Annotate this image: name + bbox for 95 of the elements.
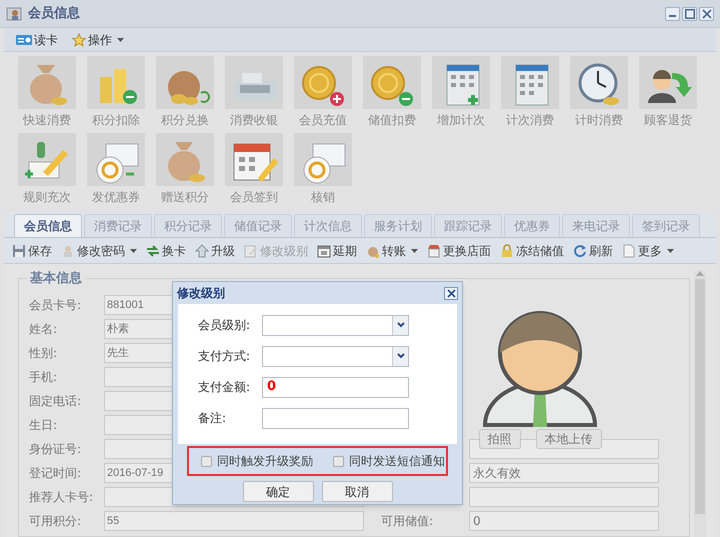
refresh-icon (573, 244, 587, 258)
field-label: 支付方式: (198, 348, 252, 365)
toolbar-tile-button[interactable]: 计次消费 (497, 56, 563, 131)
star-icon (72, 32, 86, 46)
edit-icon (244, 244, 258, 258)
toolbar-tile-button[interactable]: 增加计次 (428, 56, 494, 131)
field-label: 性别: (29, 345, 58, 362)
tab[interactable]: 优惠券 (504, 214, 560, 237)
field-label: 手机: (29, 369, 58, 386)
menu-button[interactable]: 操作 (72, 30, 124, 48)
toolbar-tile-button[interactable]: 规则充次 (14, 133, 80, 208)
toolbar-tile-button[interactable]: 计时消费 (566, 56, 632, 131)
dialog-title: 修改级别 (177, 285, 225, 302)
checkbox[interactable] (201, 456, 212, 466)
window-title: 会员信息 (28, 4, 80, 23)
toolbar-tile-button[interactable]: 赠送积分 (152, 133, 218, 208)
scroll-thumb[interactable] (695, 279, 705, 514)
maximize-button[interactable] (682, 6, 697, 20)
field-label: 会员卡号: (29, 297, 82, 314)
member-icon (6, 6, 22, 22)
field-label: 可用积分: (29, 513, 82, 530)
toolbar-button[interactable]: 更换店面 (427, 242, 491, 260)
toolbar-tile-button[interactable]: 会员充值 (290, 56, 356, 131)
toolbar-tile-button[interactable]: 发优惠券 (83, 133, 149, 208)
chevron-down-icon (396, 322, 404, 328)
input-field[interactable] (469, 487, 659, 507)
calendar-icon (317, 244, 331, 258)
checkbox[interactable] (333, 456, 344, 466)
field-label: 登记时间: (29, 465, 82, 482)
tab[interactable]: 跟踪记录 (434, 214, 502, 237)
input-field[interactable]: 55 (104, 511, 364, 531)
field-label: 支付金额: (198, 379, 252, 396)
tab[interactable]: 储值记录 (224, 214, 292, 237)
lock-icon (500, 244, 514, 258)
toolbar-tile-button[interactable]: 会员签到 (221, 133, 287, 208)
toolbar-tile-button[interactable]: 核销 (290, 133, 356, 208)
toolbar-tile-button[interactable]: 顾客退货 (635, 56, 701, 131)
field-label: 姓名: (29, 321, 58, 338)
close-icon (446, 288, 456, 298)
dropdown-field[interactable] (262, 314, 409, 336)
scrollbar[interactable] (694, 270, 706, 537)
tab[interactable]: 签到记录 (632, 214, 700, 237)
dropdown-field[interactable] (262, 346, 409, 366)
toolbar-button[interactable]: 修改密码 (61, 242, 137, 260)
field-label: 可用储值: (380, 513, 434, 530)
toolbar-button[interactable]: 延期 (317, 242, 357, 260)
close-button[interactable] (699, 6, 714, 20)
input-field[interactable]: 永久有效 (469, 463, 659, 483)
tab[interactable]: 积分记录 (154, 214, 222, 237)
card-icon (16, 34, 32, 46)
checkbox-option[interactable]: 同时发送短信通知 (333, 452, 445, 470)
document-icon (622, 244, 636, 258)
toolbar-button[interactable]: 换卡 (146, 242, 186, 260)
field-label: 推荐人卡号: (29, 489, 94, 506)
tab[interactable]: 服务计划 (364, 214, 432, 237)
field-label: 会员级别: (198, 317, 252, 334)
close-button[interactable] (444, 286, 458, 300)
save-icon (12, 244, 26, 258)
maximize-icon (684, 8, 694, 18)
input-field[interactable]: 0 (262, 376, 409, 398)
toolbar-tile-button[interactable]: 积分兑换 (152, 56, 218, 131)
toolbar-button[interactable]: 更多 (622, 242, 674, 260)
field-label: 备注: (198, 410, 228, 427)
minimize-icon (669, 15, 676, 17)
swap-arrows-icon (146, 244, 160, 258)
field-label: 固定电话: (29, 393, 82, 410)
toolbar-button[interactable]: 刷新 (573, 242, 613, 260)
dialog-button[interactable]: 确定 (242, 481, 314, 502)
toolbar-tile-button[interactable]: 储值扣费 (359, 56, 425, 131)
photo-button[interactable]: 拍照 (478, 429, 520, 449)
toolbar-tile-button[interactable]: 积分扣除 (83, 56, 149, 131)
tab[interactable]: 来电记录 (562, 214, 630, 237)
store-icon (427, 244, 441, 258)
scroll-up-icon (696, 270, 704, 276)
field-label: 身份证号: (29, 441, 82, 458)
tab[interactable]: 计次信息 (294, 214, 362, 237)
toolbar-button[interactable]: 冻结储值 (500, 242, 564, 260)
toolbar-button[interactable]: 保存 (12, 242, 52, 260)
chevron-down-icon (396, 353, 404, 359)
tab[interactable]: 会员信息 (14, 214, 82, 237)
close-icon (702, 8, 712, 18)
toolbar-tile-button[interactable]: 快速消费 (14, 56, 80, 131)
toolbar-button[interactable]: 转账 (366, 242, 418, 260)
checkbox-option[interactable]: 同时触发升级奖励 (201, 452, 313, 470)
input-field[interactable] (262, 408, 409, 428)
minimize-button[interactable] (665, 6, 680, 20)
photo-button[interactable]: 本地上传 (536, 429, 602, 449)
field-label: 生日: (29, 417, 58, 434)
input-field[interactable]: 0 (469, 511, 659, 531)
dialog-button[interactable]: 取消 (322, 481, 392, 502)
menu-button[interactable]: 读卡 (16, 30, 58, 48)
upgrade-arrow-icon (195, 244, 209, 258)
tab[interactable]: 消费记录 (84, 214, 152, 237)
toolbar-button[interactable]: 升级 (195, 242, 235, 260)
toolbar-tile-button[interactable]: 消费收银 (221, 56, 287, 131)
